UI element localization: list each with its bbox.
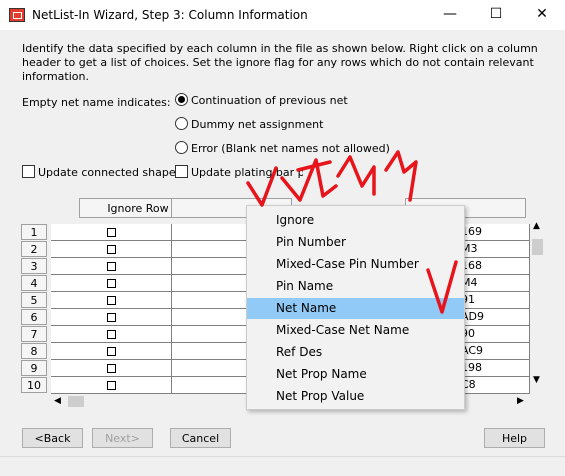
checkbox-icon[interactable] <box>106 363 116 373</box>
grid-cell-column-3: M3 <box>460 241 530 258</box>
ignore-row-checkbox[interactable] <box>51 241 172 258</box>
checkbox-icon[interactable] <box>106 244 116 254</box>
ignore-row-checkbox[interactable] <box>51 258 172 275</box>
grid-cell-column-3: AD9 <box>460 309 530 326</box>
row-number[interactable]: 2 <box>21 241 47 257</box>
menu-item-net-name[interactable]: Net Name <box>247 298 464 319</box>
ignore-row-checkbox[interactable] <box>51 343 172 360</box>
scroll-left-icon[interactable]: ◀ <box>54 396 61 406</box>
close-button[interactable]: ✕ <box>519 0 565 30</box>
update-connected-label[interactable]: Update connected shapes <box>38 166 181 179</box>
row-number[interactable]: 10 <box>21 377 47 393</box>
status-bar <box>0 456 565 457</box>
grid-cell-column-3: C8 <box>460 377 530 394</box>
row-number[interactable]: 1 <box>21 224 47 240</box>
grid-cell-column-3: AC9 <box>460 343 530 360</box>
scroll-down-icon[interactable]: ▼ <box>533 375 540 385</box>
radio-dummy[interactable] <box>175 117 188 130</box>
row-number[interactable]: 6 <box>21 309 47 325</box>
update-plating-label[interactable]: Update plating bar pins <box>191 166 303 179</box>
grid-cell-column-3: 169 <box>460 224 530 241</box>
menu-item-ref-des[interactable]: Ref Des <box>247 342 464 363</box>
empty-net-label: Empty net name indicates: <box>22 96 171 109</box>
next-button[interactable]: Next> <box>92 428 153 448</box>
grid-cell-column-3: 168 <box>460 258 530 275</box>
column-context-menu: Ignore Pin Number Mixed-Case Pin Number Pin… <box>246 205 465 410</box>
menu-item-mixed-case-net-name[interactable]: Mixed-Case Net Name <box>247 320 464 341</box>
grid-cell-column-3: 90 <box>460 326 530 343</box>
radio-error-label[interactable]: Error (Blank net names not allowed) <box>191 142 390 155</box>
menu-item-net-prop-name[interactable]: Net Prop Name <box>247 364 464 385</box>
menu-item-ignore[interactable]: Ignore <box>247 210 464 231</box>
row-number[interactable]: 7 <box>21 326 47 342</box>
grid-cell-column-3: 91 <box>460 292 530 309</box>
scroll-thumb[interactable] <box>532 239 543 255</box>
checkbox-icon[interactable] <box>106 346 116 356</box>
instructions-text: Identify the data specified by each colu… <box>22 42 538 83</box>
menu-item-pin-number[interactable]: Pin Number <box>247 232 464 253</box>
checkbox-icon[interactable] <box>106 227 116 237</box>
checkbox-icon[interactable] <box>106 278 116 288</box>
menu-item-pin-name[interactable]: Pin Name <box>247 276 464 297</box>
app-icon <box>9 8 25 22</box>
radio-continuation[interactable] <box>175 93 188 106</box>
ignore-row-checkbox[interactable] <box>51 377 172 394</box>
scroll-up-icon[interactable]: ▲ <box>533 221 540 231</box>
radio-error[interactable] <box>175 141 188 154</box>
update-plating-checkbox[interactable] <box>175 165 188 178</box>
back-button[interactable]: <Back <box>22 428 83 448</box>
checkbox-icon[interactable] <box>106 261 116 271</box>
radio-dummy-label[interactable]: Dummy net assignment <box>191 118 323 131</box>
grid-cell-column-3: M4 <box>460 275 530 292</box>
ignore-row-checkbox[interactable] <box>51 292 172 309</box>
scroll-right-icon[interactable]: ▶ <box>517 396 524 406</box>
checkbox-icon[interactable] <box>106 380 116 390</box>
minimize-button[interactable]: — <box>427 0 473 30</box>
row-number[interactable]: 4 <box>21 275 47 291</box>
ignore-row-checkbox[interactable] <box>51 326 172 343</box>
menu-item-net-prop-value[interactable]: Net Prop Value <box>247 386 464 407</box>
maximize-button[interactable]: ☐ <box>473 0 519 30</box>
ignore-row-checkbox[interactable] <box>51 360 172 377</box>
update-connected-checkbox[interactable] <box>22 165 35 178</box>
cancel-button[interactable]: Cancel <box>170 428 231 448</box>
window-title: NetList-In Wizard, Step 3: Column Inform… <box>32 8 308 22</box>
grid-cell-column-3: 198 <box>460 360 530 377</box>
ignore-row-checkbox[interactable] <box>51 309 172 326</box>
help-button[interactable]: Help <box>484 428 545 448</box>
grid-vertical-scrollbar[interactable]: ▲ ▼ <box>530 219 545 390</box>
row-number[interactable]: 5 <box>21 292 47 308</box>
row-number[interactable]: 9 <box>21 360 47 376</box>
checkbox-icon[interactable] <box>106 295 116 305</box>
row-number[interactable]: 8 <box>21 343 47 359</box>
radio-continuation-label[interactable]: Continuation of previous net <box>191 94 348 107</box>
hscroll-thumb[interactable] <box>68 396 84 407</box>
row-number[interactable]: 3 <box>21 258 47 274</box>
checkbox-icon[interactable] <box>106 312 116 322</box>
ignore-row-checkbox[interactable] <box>51 275 172 292</box>
checkbox-icon[interactable] <box>106 329 116 339</box>
menu-item-mixed-case-pin-number[interactable]: Mixed-Case Pin Number <box>247 254 464 275</box>
title-bar: NetList-In Wizard, Step 3: Column Inform… <box>0 0 565 30</box>
ignore-row-checkbox[interactable] <box>51 224 172 241</box>
